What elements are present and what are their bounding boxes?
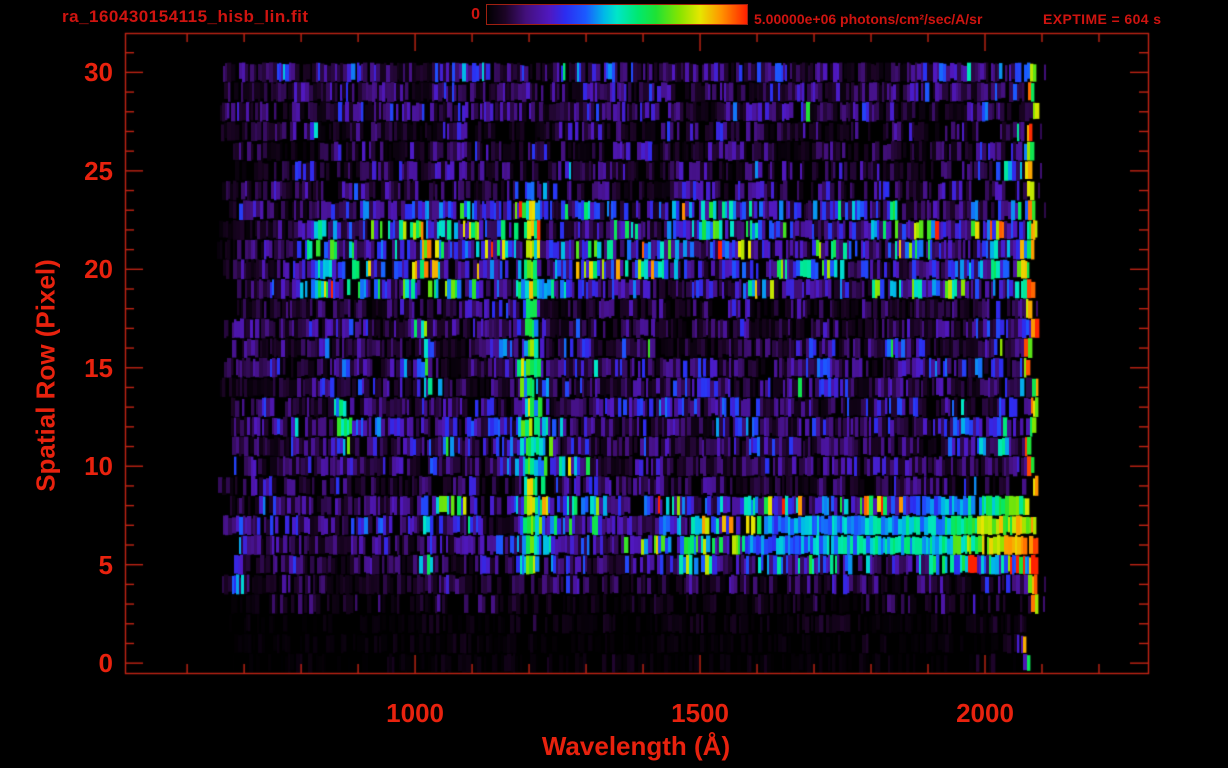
- x-tick-label: 2000: [956, 698, 1014, 728]
- spectral-image-figure: ra_160430154115_hisb_lin.fit 0 5.00000e+…: [0, 0, 1228, 768]
- exposure-time-label: EXPTIME = 604 s: [1043, 11, 1162, 27]
- y-tick-label: 25: [84, 155, 113, 186]
- x-axis-title: Wavelength (Å): [541, 731, 731, 761]
- x-tick-label: 1500: [671, 698, 729, 728]
- y-tick-label: 5: [98, 549, 113, 580]
- y-tick-label: 30: [84, 57, 113, 88]
- colorbar-max-label: 5.00000e+06 photons/cm²/sec/A/sr: [754, 11, 983, 27]
- colorbar-gradient: [486, 4, 748, 25]
- file-title: ra_160430154115_hisb_lin.fit: [62, 7, 309, 26]
- x-tick-label: 1000: [386, 698, 444, 728]
- colorbar-min-label: 0: [471, 6, 480, 23]
- spectral-heatmap: [125, 33, 1148, 673]
- y-tick-label: 0: [98, 648, 113, 679]
- y-axis-title: Spatial Row (Pixel): [30, 259, 61, 492]
